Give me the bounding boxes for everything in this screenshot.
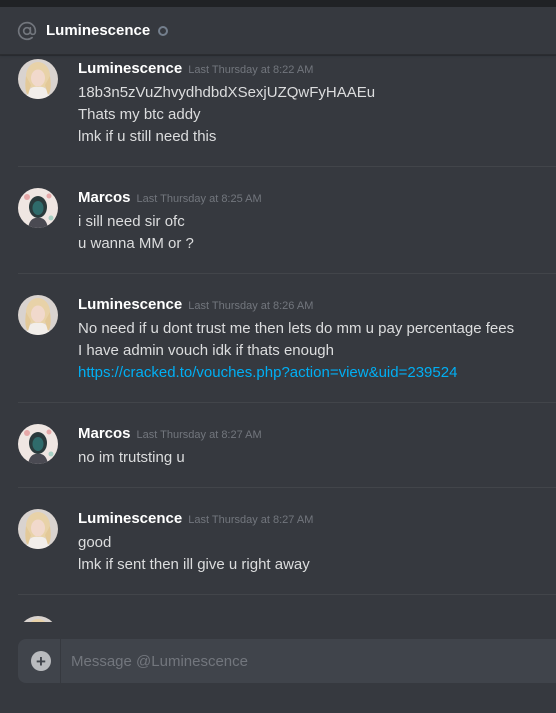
dark-hair-avatar-icon bbox=[18, 424, 58, 464]
message-composer: + bbox=[18, 639, 556, 683]
message-divider bbox=[18, 487, 556, 488]
message-text: i sill need sir ofc bbox=[78, 213, 185, 230]
message-author[interactable]: Luminescence bbox=[78, 510, 182, 527]
blonde-avatar-icon bbox=[18, 616, 58, 622]
message-author[interactable]: Marcos bbox=[78, 189, 131, 206]
avatar[interactable] bbox=[18, 616, 58, 622]
window-top-strip bbox=[0, 0, 556, 7]
message-timestamp: Last Thursday at 8:27 AM bbox=[188, 514, 314, 526]
blonde-avatar-icon bbox=[18, 59, 58, 99]
message-text: lmk if u still need this bbox=[78, 128, 217, 145]
message-input[interactable] bbox=[71, 639, 556, 683]
avatar[interactable] bbox=[18, 424, 58, 464]
message-author[interactable]: Luminescence bbox=[78, 296, 182, 313]
avatar[interactable] bbox=[18, 509, 58, 549]
plus-circle-icon[interactable]: + bbox=[31, 651, 51, 671]
message-text: I have admin vouch idk if thats enough bbox=[78, 342, 334, 359]
message-timestamp: Last Thursday at 8:26 AM bbox=[188, 300, 314, 312]
message-text: good bbox=[78, 534, 112, 551]
message-divider bbox=[18, 273, 556, 274]
message-timestamp: Last Thursday at 8:22 AM bbox=[188, 64, 314, 76]
blonde-avatar-icon bbox=[18, 509, 58, 549]
message-divider bbox=[18, 402, 556, 403]
message-author[interactable]: Luminescence bbox=[78, 60, 182, 77]
message-author[interactable]: Marcos bbox=[78, 425, 131, 442]
dark-hair-avatar-icon bbox=[18, 188, 58, 228]
avatar[interactable] bbox=[18, 188, 58, 228]
message-timestamp: Last Thursday at 8:25 AM bbox=[136, 193, 262, 205]
message-divider bbox=[18, 166, 556, 167]
dm-header: Luminescence bbox=[0, 7, 556, 55]
message-divider bbox=[18, 594, 556, 595]
offline-status-icon bbox=[158, 25, 169, 36]
message-text: lmk if sent then ill give u right away bbox=[78, 556, 310, 573]
message-list[interactable]: Luminescence Last Thursday at 8:22 AM 18… bbox=[0, 56, 556, 622]
message-text: Thats my btc addy bbox=[78, 106, 201, 123]
blonde-avatar-icon bbox=[18, 295, 58, 335]
message-text: no im trutsting u bbox=[78, 449, 185, 466]
avatar[interactable] bbox=[18, 295, 58, 335]
at-icon bbox=[16, 20, 38, 42]
message-text: 18b3n5zVuZhvydhdbdXSexjUZQwFyHAAEu bbox=[78, 84, 376, 101]
message-timestamp: Last Thursday at 8:27 AM bbox=[136, 429, 262, 441]
composer-divider bbox=[60, 639, 61, 683]
avatar[interactable] bbox=[18, 59, 58, 99]
message-text: No need if u dont trust me then lets do … bbox=[78, 320, 515, 337]
message-text: u wanna MM or ? bbox=[78, 235, 194, 252]
dm-recipient-name[interactable]: Luminescence bbox=[46, 22, 150, 39]
vouch-link[interactable]: https://cracked.to/vouches.php?action=vi… bbox=[78, 364, 457, 381]
